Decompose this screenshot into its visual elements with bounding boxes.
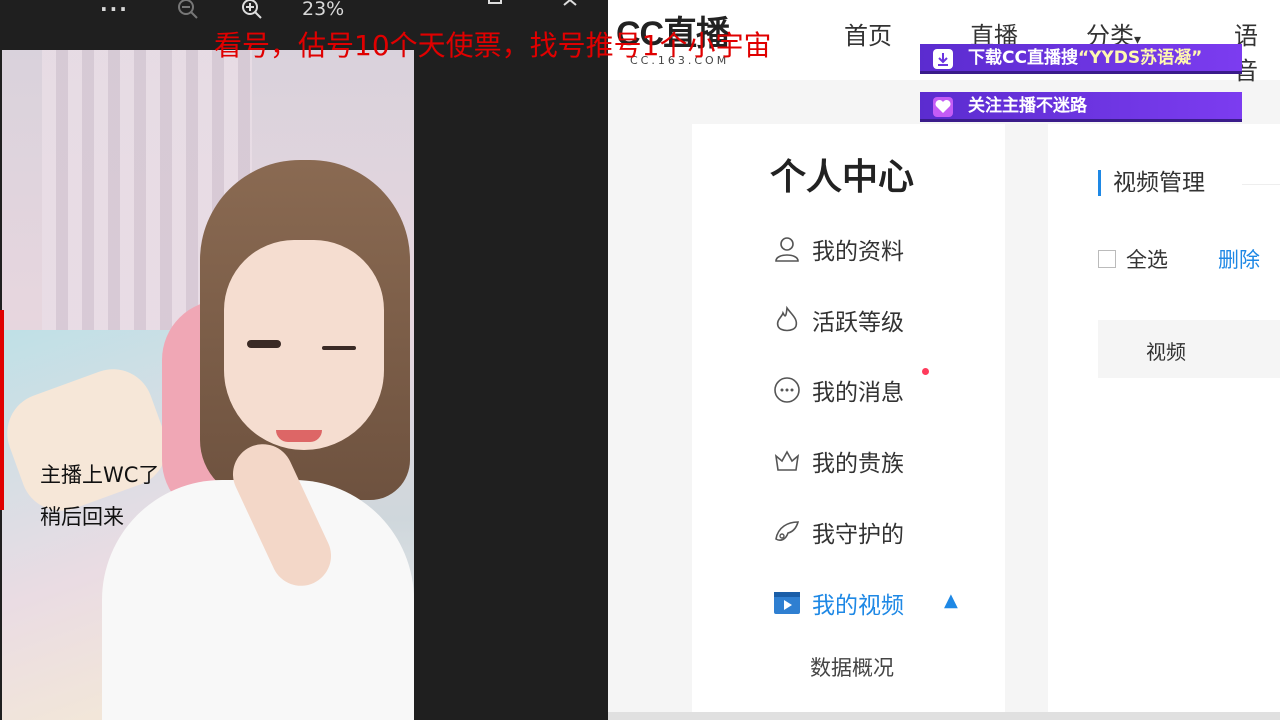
maximize-icon[interactable] <box>486 0 506 17</box>
sidebar-item-label: 我的贵族 <box>812 451 904 477</box>
table-header-video: 视频 <box>1146 340 1186 364</box>
chat-icon <box>774 377 800 403</box>
follow-banner[interactable]: 关注主播不迷路 <box>920 92 1242 122</box>
checkbox-box[interactable] <box>1098 250 1116 268</box>
unread-dot <box>922 368 929 375</box>
image-viewer-window: ··· 23% 主播上WC了 稍后回来 <box>0 0 608 720</box>
overlay-text-line2: 稍后回来 <box>40 505 124 529</box>
divider <box>1242 184 1280 185</box>
lips-graphic <box>276 430 322 442</box>
content-title: 视频管理 <box>1098 170 1205 196</box>
zoom-out-icon[interactable] <box>176 0 200 21</box>
sidebar-item-videos[interactable]: 我的视频 <box>772 586 904 620</box>
streamer-photo <box>2 50 414 720</box>
follow-banner-text: 关注主播不迷路 <box>968 96 1087 116</box>
download-banner-highlight: “YYDS苏语凝” <box>1077 48 1203 68</box>
video-icon <box>774 592 800 614</box>
sidebar-item-level[interactable]: 活跃等级 <box>772 303 904 337</box>
sidebar-subitem-data-overview[interactable]: 数据概况 <box>810 652 894 682</box>
personal-center-sidebar: 个人中心 我的资料 活跃等级 我的消息 我的贵族 我守护的 我的视频 ▲ 数据概… <box>692 124 1005 720</box>
sidebar-item-profile[interactable]: 我的资料 <box>772 232 904 266</box>
select-all-label: 全选 <box>1126 248 1168 272</box>
crown-icon <box>774 450 800 471</box>
sidebar-item-label: 我的资料 <box>812 239 904 265</box>
sidebar-item-guarding[interactable]: 我守护的 <box>772 515 904 549</box>
nav-home[interactable]: 首页 <box>844 16 892 51</box>
sidebar-item-nobility[interactable]: 我的贵族 <box>772 444 904 478</box>
select-all-checkbox[interactable]: 全选 <box>1098 244 1168 274</box>
sidebar-item-label: 我的视频 <box>812 593 904 619</box>
sidebar-item-label: 我的消息 <box>812 380 904 406</box>
download-banner[interactable]: 下载CC直播搜“YYDS苏语凝” <box>920 44 1242 74</box>
zoom-in-icon[interactable] <box>240 0 264 21</box>
cc-live-page: CC直播 CC.163.COM 首页 直播 分类▾ 语音 下载CC直播搜“YYD… <box>608 0 1280 720</box>
download-banner-text: 下载CC直播搜 <box>968 48 1078 68</box>
user-icon <box>775 237 799 262</box>
overlay-text-line1: 主播上WC了 <box>40 463 160 487</box>
eye-graphic <box>322 346 356 350</box>
table-header: 视频 <box>1098 320 1280 378</box>
video-management-panel: 视频管理 全选 删除 视频 <box>1048 124 1280 720</box>
delete-button[interactable]: 删除 <box>1218 244 1260 274</box>
horizontal-scrollbar[interactable] <box>608 712 1280 720</box>
sidebar-item-messages[interactable]: 我的消息 <box>772 373 904 407</box>
red-overlay-text: 看号，估号10个天使票，找号推号1个小宇宙 <box>214 29 772 62</box>
close-icon[interactable] <box>562 0 582 17</box>
flame-icon <box>776 305 798 332</box>
viewer-toolbar: ··· 23% <box>0 0 608 24</box>
wing-icon <box>775 521 800 541</box>
eye-graphic <box>247 340 281 348</box>
sidebar-item-label: 我守护的 <box>812 522 904 548</box>
heart-icon <box>933 97 953 117</box>
sidebar-title: 个人中心 <box>770 157 915 198</box>
edge-accent <box>0 310 4 510</box>
more-icon[interactable]: ··· <box>100 0 129 21</box>
sidebar-item-label: 活跃等级 <box>812 310 904 336</box>
chevron-up-icon[interactable]: ▲ <box>944 590 958 611</box>
zoom-level-label: 23% <box>302 0 345 20</box>
download-icon <box>933 49 953 69</box>
